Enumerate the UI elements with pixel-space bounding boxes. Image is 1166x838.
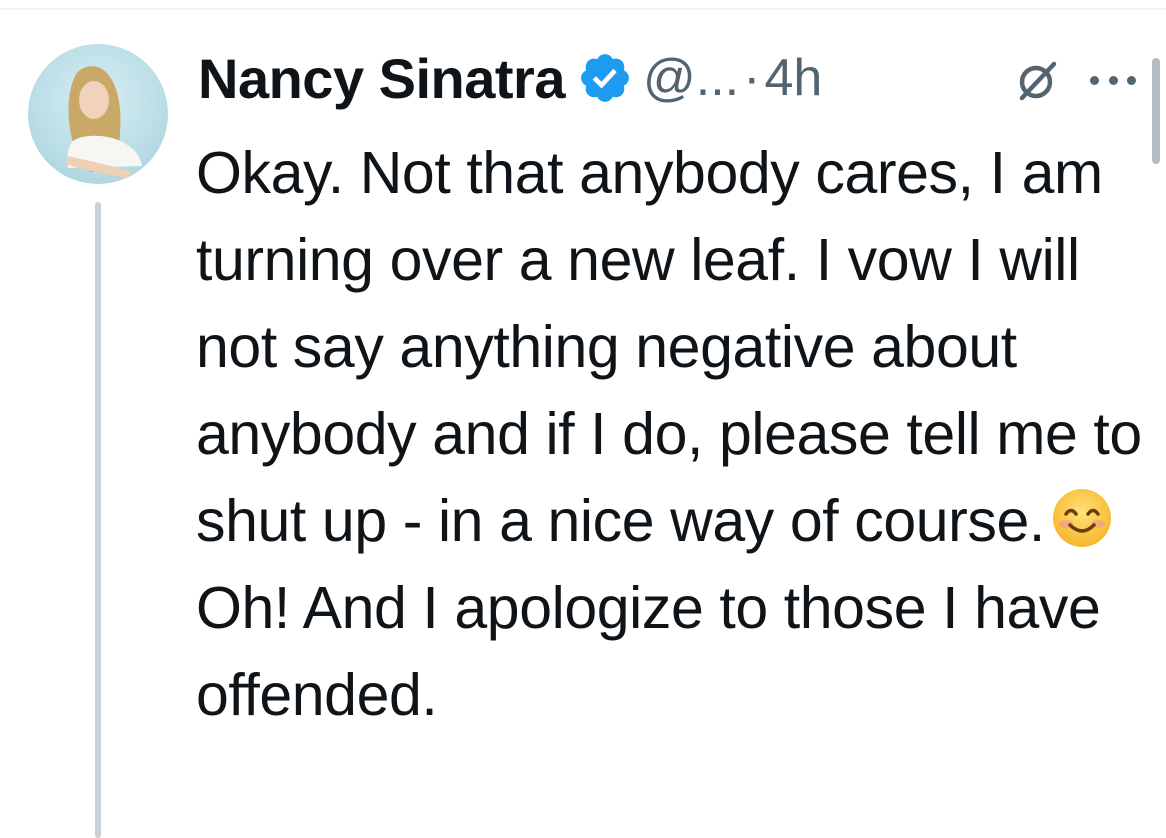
thread-line <box>95 202 101 838</box>
tweet-text-part2: Oh! And I apologize to those I have offe… <box>196 575 1101 728</box>
timestamp[interactable]: 4h <box>764 48 822 108</box>
display-name[interactable]: Nancy Sinatra <box>198 46 566 111</box>
verified-badge-icon[interactable] <box>577 50 633 106</box>
tweet-header: Nancy Sinatra @... · 4h <box>198 42 822 114</box>
tweet[interactable]: Nancy Sinatra @... · 4h Okay. Not that a… <box>0 0 1166 838</box>
handle[interactable]: @... <box>643 48 739 108</box>
separator-dot: · <box>743 49 761 107</box>
scrollbar[interactable] <box>1152 58 1160 164</box>
tweet-text-part1: Okay. Not that anybody cares, I am turni… <box>196 140 1142 554</box>
tweet-text: Okay. Not that anybody cares, I am turni… <box>196 130 1151 739</box>
smiling-face-emoji-icon <box>1051 486 1113 548</box>
profile-photo-icon <box>66 66 142 178</box>
grok-icon[interactable] <box>1012 54 1064 106</box>
tweet-text-body: Okay. Not that anybody cares, I am turni… <box>196 130 1151 565</box>
more-options-icon[interactable] <box>1090 60 1136 100</box>
avatar[interactable] <box>28 44 168 184</box>
